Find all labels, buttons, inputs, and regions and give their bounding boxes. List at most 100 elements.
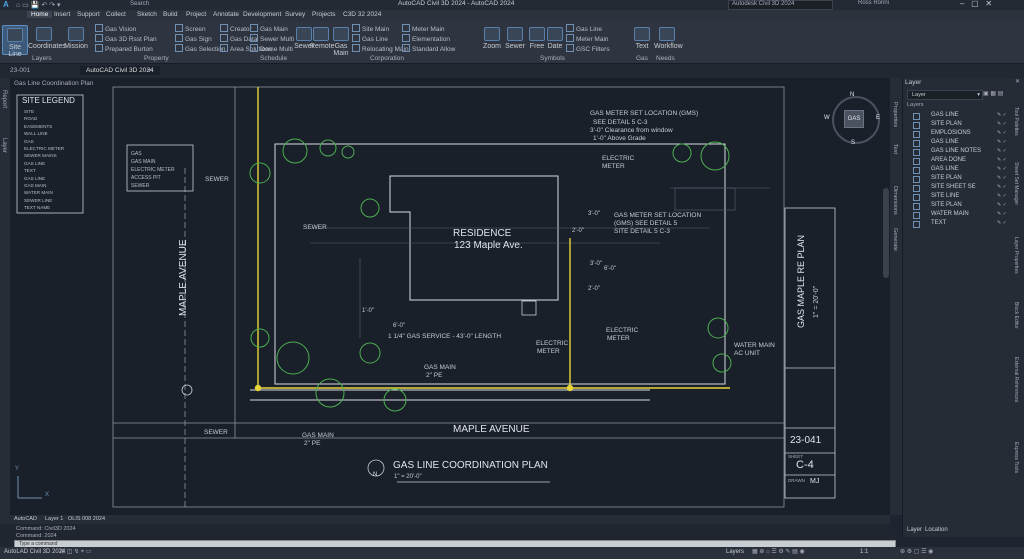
panel-bottom-tab[interactable]: Layer — [907, 527, 922, 533]
layer-state-icon[interactable] — [913, 221, 920, 228]
status-end-icons[interactable]: ⊕ ⚙ ▢ ☰ ◉ — [900, 548, 933, 555]
layer-props-icon[interactable]: ✎ ✓ — [997, 139, 1011, 145]
layer-row[interactable]: AREA DONE ✎ ✓ — [907, 157, 1017, 165]
layer-state-icon[interactable] — [913, 158, 920, 165]
layer-props-icon[interactable]: ✎ ✓ — [997, 121, 1011, 127]
sched-gasmain-button[interactable]: Gas Main — [330, 27, 352, 57]
right-vtab[interactable]: Generate — [892, 228, 898, 251]
drawing-canvas[interactable]: Gas Line Coordination Plan SITE LEGEND S… — [10, 78, 890, 515]
ribbon-col6-item[interactable]: Standard Allow — [402, 44, 455, 53]
user-label[interactable]: Ross Ronni — [858, 0, 889, 6]
zoom-button[interactable]: Zoom — [482, 27, 502, 50]
ribbon-col2-item[interactable]: Gas Sign — [175, 34, 212, 43]
tab-annotate[interactable]: Annotate — [213, 11, 239, 18]
layer-dropdown[interactable]: Layer ▾ — [907, 90, 983, 100]
layer-props-icon[interactable]: ✎ ✓ — [997, 175, 1011, 181]
layer-state-icon[interactable] — [913, 185, 920, 192]
right-vtab[interactable]: Dimensions — [892, 186, 898, 215]
layer-row[interactable]: GAS LINE NOTES ✎ ✓ — [907, 148, 1017, 156]
tab-build[interactable]: Build — [163, 11, 177, 18]
free-button[interactable]: Free — [528, 27, 546, 50]
mission-button[interactable]: Mission — [63, 27, 89, 50]
ribbon-col2-item[interactable]: Screen — [175, 24, 206, 33]
navigation-bar[interactable] — [883, 188, 889, 278]
status-layers[interactable]: Layers — [726, 549, 744, 555]
layer-row[interactable]: SITE LINE ✎ ✓ — [907, 193, 1017, 201]
layer-props-icon[interactable]: ✎ ✓ — [997, 211, 1011, 217]
ribbon-col5-item[interactable]: Gas Line — [352, 34, 388, 43]
layer-props-icon[interactable]: ✎ ✓ — [997, 184, 1011, 190]
right-vtab[interactable]: Express Tools — [1013, 442, 1019, 473]
layer-state-icon[interactable] — [913, 212, 920, 219]
layer-tool-icons[interactable]: ▣ ▦ ▤ — [983, 90, 1003, 97]
ribbon-col8-item[interactable]: Meter Main — [566, 34, 609, 43]
status-tools-icons[interactable]: ▦ ⊕ ⌂ ☰ ⚙ ✎ ▤ ◉ — [752, 548, 805, 555]
layer-row[interactable]: SITE SHEET SE ✎ ✓ — [907, 184, 1017, 192]
right-vtab[interactable]: Text — [892, 144, 898, 154]
layer-state-icon[interactable] — [913, 149, 920, 156]
layer-props-icon[interactable]: ✎ ✓ — [997, 193, 1011, 199]
site-line-button[interactable]: Site Line — [2, 25, 28, 58]
ribbon-col3-item[interactable]: Creator — [220, 24, 252, 33]
viewcube-west[interactable]: W — [824, 115, 830, 121]
file-tab[interactable]: 23-001 — [10, 67, 30, 74]
tab-development[interactable]: Development — [243, 11, 281, 18]
ribbon-col4-item[interactable]: Gas Main — [250, 24, 288, 33]
ribbon-col1-item[interactable]: Prepared Burton — [95, 44, 153, 53]
layer-row[interactable]: SITE PLAN ✎ ✓ — [907, 202, 1017, 210]
workflow-button[interactable]: Workflow — [654, 27, 683, 50]
layer-state-icon[interactable] — [913, 176, 920, 183]
layout-tab[interactable]: AutoCAD — [14, 516, 37, 522]
tab-c3d[interactable]: C3D 32 2024 — [343, 11, 381, 18]
ribbon-col6-item[interactable]: Elementation — [402, 34, 450, 43]
ribbon-col4-item[interactable]: Sewer Multi — [250, 34, 294, 43]
tab-home[interactable]: Home — [27, 11, 53, 18]
window-controls[interactable]: – ▢ ✕ — [960, 0, 992, 8]
status-toggle-icons[interactable]: ⊞ ◫ ↯ ⌖ ▭ — [60, 548, 91, 556]
layer-props-icon[interactable]: ✎ ✓ — [997, 112, 1011, 118]
layer-row[interactable]: SITE PLAN ✎ ✓ — [907, 175, 1017, 183]
ribbon-col4-item[interactable]: Dome Multi — [250, 44, 293, 53]
coordinates-button[interactable]: Coordinates — [28, 27, 66, 50]
right-vtab[interactable]: Layer Properties — [1013, 237, 1019, 274]
tab-collect[interactable]: Collect — [106, 11, 126, 18]
layer-props-icon[interactable]: ✎ ✓ — [997, 130, 1011, 136]
layer-row[interactable]: WATER MAIN ✎ ✓ — [907, 211, 1017, 219]
layer-props-icon[interactable]: ✎ ✓ — [997, 148, 1011, 154]
viewcube-face[interactable]: GAS — [844, 110, 864, 128]
tab-project[interactable]: Project — [186, 11, 206, 18]
layer-row[interactable]: GAS LINE ✎ ✓ — [907, 139, 1017, 147]
ribbon-col1-item[interactable]: Gas 3D Rsst Plan — [95, 34, 157, 43]
layer-row[interactable]: TEXT ✎ ✓ — [907, 220, 1017, 228]
ribbon-col2-item[interactable]: Gas Selection — [175, 44, 225, 53]
viewcube[interactable]: GAS N S E W — [824, 88, 880, 156]
sched-remote-button[interactable]: Remote — [310, 27, 335, 50]
quick-access-icon[interactable]: ⌂ ▭ 💾 ↶ ↷ ▾ — [16, 1, 61, 9]
viewcube-east[interactable]: E — [876, 115, 880, 121]
layout-tab[interactable]: OLIS 008 2024 — [68, 516, 105, 522]
tab-support[interactable]: Support — [77, 11, 100, 18]
search-box[interactable]: Autodesk Civil 3D 2024 — [728, 0, 833, 10]
left-vtab[interactable]: Report — [1, 90, 7, 108]
layer-props-icon[interactable]: ✎ ✓ — [997, 220, 1011, 226]
date-button[interactable]: Date — [546, 27, 564, 50]
layout-tab[interactable]: Layer 1 — [45, 516, 63, 522]
new-tab-icon[interactable]: + — [147, 65, 152, 74]
layer-props-icon[interactable]: ✎ ✓ — [997, 202, 1011, 208]
layer-state-icon[interactable] — [913, 131, 920, 138]
tab-projects[interactable]: Projects — [312, 11, 335, 18]
viewcube-north[interactable]: N — [850, 92, 854, 98]
ribbon-col1-item[interactable]: Gas Vision — [95, 24, 136, 33]
ribbon-col8-item[interactable]: GSC Filters — [566, 44, 610, 53]
right-vtab[interactable]: External References — [1013, 357, 1019, 402]
panel-close-icon[interactable]: ✕ — [1015, 78, 1020, 85]
layer-row[interactable]: SITE PLAN ✎ ✓ — [907, 121, 1017, 129]
layer-state-icon[interactable] — [913, 194, 920, 201]
ribbon-col5-item[interactable]: Site Main — [352, 24, 389, 33]
sewer2-button[interactable]: Sewer — [505, 27, 525, 50]
right-vtab[interactable]: Block Editor — [1013, 302, 1019, 329]
layer-row[interactable]: GAS LINE ✎ ✓ — [907, 112, 1017, 120]
layer-row[interactable]: GAS LINE ✎ ✓ — [907, 166, 1017, 174]
tab-sketch[interactable]: Sketch — [137, 11, 157, 18]
ribbon-col6-item[interactable]: Meter Main — [402, 24, 445, 33]
